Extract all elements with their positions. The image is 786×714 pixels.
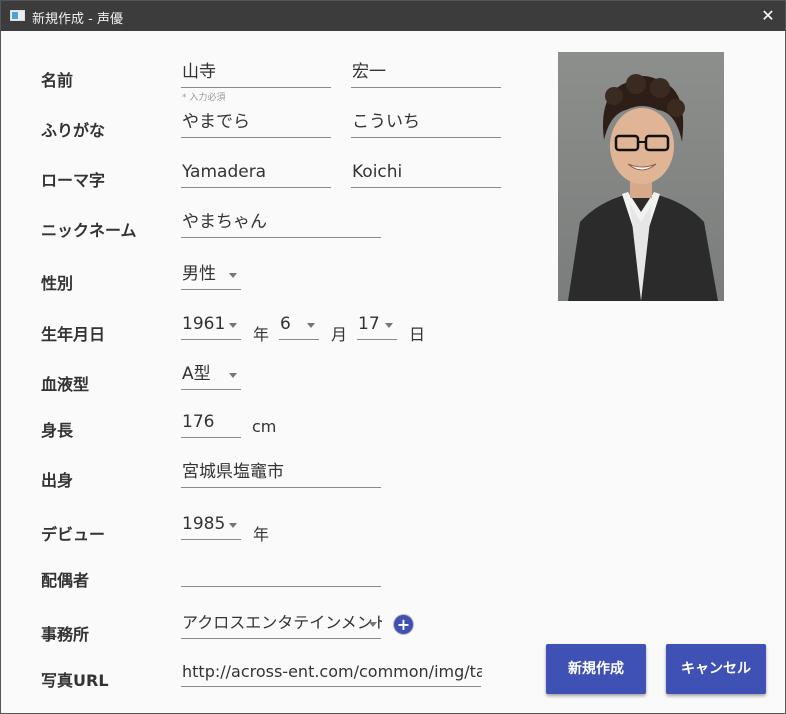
hometown-field[interactable]: 宮城県塩竈市 xyxy=(181,460,381,488)
month-unit: 月 xyxy=(331,325,348,344)
nickname-field[interactable]: やまちゃん xyxy=(181,210,381,238)
gender-label: 性別 xyxy=(41,274,74,293)
height-field[interactable]: 176 xyxy=(181,410,241,438)
close-icon[interactable]: ✕ xyxy=(759,7,777,25)
name-label: 名前 xyxy=(41,71,74,90)
hometown-label: 出身 xyxy=(41,471,74,490)
blood-type-value: A型 xyxy=(182,364,211,384)
debut-year-select[interactable]: 1985 xyxy=(181,512,241,540)
caret-down-icon xyxy=(307,323,315,328)
first-furigana-field[interactable]: こういち xyxy=(351,110,501,138)
caret-down-icon xyxy=(369,622,377,627)
height-unit: cm xyxy=(252,417,277,436)
furigana-label: ふりがな xyxy=(41,121,106,140)
dialog-window: 新規作成 - 声優 ✕ 名前 山寺 宏一 * 入力必須 ふりがな やまでら こう… xyxy=(0,0,786,714)
birth-year-value: 1961 xyxy=(182,314,226,334)
app-window-icon xyxy=(10,10,25,21)
last-romaji-field[interactable]: Yamadera xyxy=(181,160,331,188)
agency-select[interactable]: アクロスエンタテインメント xyxy=(181,611,382,639)
spouse-field[interactable] xyxy=(181,559,381,587)
last-romaji-value: Yamadera xyxy=(182,162,267,182)
photo-url-value: http://across-ent.com/common/img/talent/… xyxy=(182,662,482,681)
caret-down-icon xyxy=(229,273,237,278)
last-name-value: 山寺 xyxy=(182,62,216,82)
gender-value: 男性 xyxy=(182,264,216,284)
caret-down-icon xyxy=(229,523,237,528)
title-bar: 新規作成 - 声優 ✕ xyxy=(1,1,785,31)
plus-circle-icon[interactable]: + xyxy=(394,615,413,634)
photo-url-label: 写真URL xyxy=(41,671,109,690)
debut-year-value: 1985 xyxy=(182,514,226,534)
birth-year-select[interactable]: 1961 xyxy=(181,312,241,340)
birth-day-select[interactable]: 17 xyxy=(357,312,397,340)
height-label: 身長 xyxy=(41,421,74,440)
profile-photo xyxy=(558,52,724,301)
birth-month-value: 6 xyxy=(280,314,291,334)
last-furigana-field[interactable]: やまでら xyxy=(181,110,331,138)
blood-type-label: 血液型 xyxy=(41,375,90,394)
caret-down-icon xyxy=(229,323,237,328)
debut-label: デビュー xyxy=(41,525,106,544)
first-romaji-value: Koichi xyxy=(352,162,403,182)
spouse-label: 配偶者 xyxy=(41,571,90,590)
gender-select[interactable]: 男性 xyxy=(181,262,241,290)
last-name-field[interactable]: 山寺 xyxy=(181,60,331,88)
birth-day-value: 17 xyxy=(358,314,380,334)
agency-label: 事務所 xyxy=(41,625,90,644)
required-hint: * 入力必須 xyxy=(182,93,226,103)
window-title: 新規作成 - 声優 xyxy=(32,12,123,27)
create-button[interactable]: 新規作成 xyxy=(546,644,646,694)
agency-value: アクロスエンタテインメント xyxy=(182,613,382,632)
nickname-label: ニックネーム xyxy=(41,221,137,240)
photo-url-field[interactable]: http://across-ent.com/common/img/talent/… xyxy=(181,659,482,687)
debut-unit: 年 xyxy=(253,525,270,544)
first-name-value: 宏一 xyxy=(352,62,386,82)
cancel-button[interactable]: キャンセル xyxy=(666,644,766,694)
nickname-value: やまちゃん xyxy=(182,212,267,232)
first-name-field[interactable]: 宏一 xyxy=(351,60,501,88)
romaji-label: ローマ字 xyxy=(41,171,106,190)
caret-down-icon xyxy=(229,373,237,378)
blood-type-select[interactable]: A型 xyxy=(181,362,241,390)
height-value: 176 xyxy=(182,412,215,432)
last-furigana-value: やまでら xyxy=(182,112,250,132)
birthday-label: 生年月日 xyxy=(41,325,106,344)
first-furigana-value: こういち xyxy=(352,112,420,132)
day-unit: 日 xyxy=(409,325,426,344)
portrait-illustration xyxy=(568,74,718,301)
caret-down-icon xyxy=(385,323,393,328)
year-unit: 年 xyxy=(253,325,270,344)
birth-month-select[interactable]: 6 xyxy=(279,312,319,340)
first-romaji-field[interactable]: Koichi xyxy=(351,160,501,188)
hometown-value: 宮城県塩竈市 xyxy=(182,462,284,482)
